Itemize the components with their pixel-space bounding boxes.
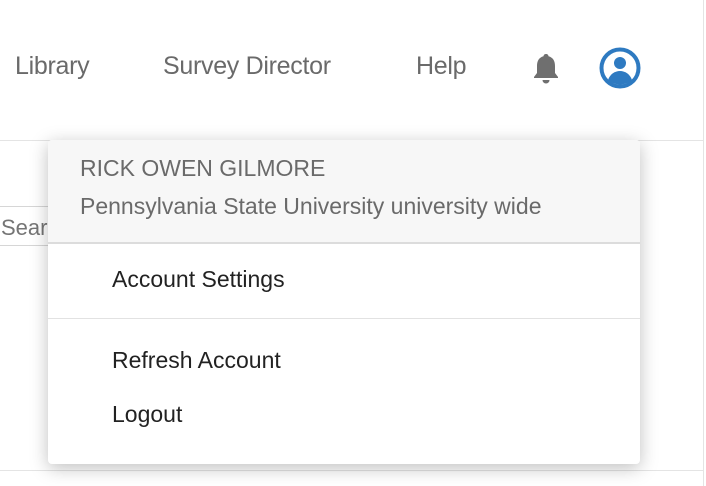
nav-library[interactable]: Library [15, 52, 90, 81]
nav-help[interactable]: Help [416, 52, 467, 81]
user-circle-icon[interactable] [599, 47, 641, 89]
menu-item-account-settings[interactable]: Account Settings [48, 244, 640, 318]
menu-item-refresh-account[interactable]: Refresh Account [48, 319, 640, 399]
search-field[interactable] [0, 206, 61, 246]
user-name: RICK OWEN GILMORE [80, 155, 326, 181]
menu-item-logout[interactable]: Logout [48, 399, 640, 459]
divider [0, 470, 703, 471]
organization-name: Pennsylvania State University university… [80, 193, 542, 219]
account-dropdown-menu: RICK OWEN GILMORE Pennsylvania State Uni… [48, 140, 640, 464]
nav-survey-director[interactable]: Survey Director [163, 52, 331, 81]
account-header: RICK OWEN GILMORE Pennsylvania State Uni… [48, 140, 640, 244]
divider [703, 0, 704, 486]
bell-icon[interactable] [530, 52, 562, 86]
